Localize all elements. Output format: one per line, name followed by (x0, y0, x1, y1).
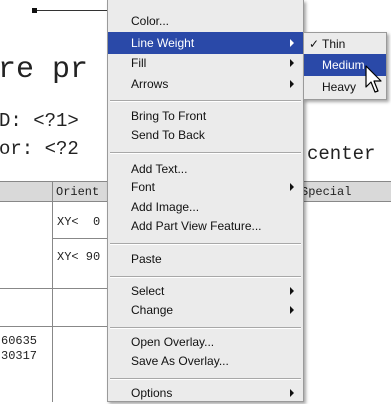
menu-item-add-part-view-feature[interactable]: Add Part View Feature... (108, 215, 303, 237)
menu-item-label: Send To Back (131, 128, 205, 142)
menu-item-label: Arrows (131, 77, 169, 91)
submenu-arrow-icon (290, 306, 294, 314)
menu-separator (110, 327, 301, 329)
menu-item-label: Options (131, 386, 173, 400)
menu-separator (110, 276, 301, 278)
menu-separator (110, 100, 301, 102)
submenu-item-label: Thin (322, 37, 346, 51)
menu-item-label: Add Text... (131, 162, 188, 176)
menu-item-send-to-back[interactable]: Send To Back (108, 124, 303, 146)
menu-item-line-weight[interactable]: Line Weight (108, 32, 303, 54)
menu-item-label: Font (131, 180, 156, 194)
submenu-item-label: Medium (322, 58, 365, 72)
menu-item-change[interactable]: Change (108, 299, 303, 321)
menu-item-arrows[interactable]: Arrows (108, 73, 303, 95)
submenu-arrow-icon (290, 183, 294, 191)
menu-separator (110, 243, 301, 245)
menu-item-label: Select (131, 284, 165, 298)
menu-item-label: Paste (131, 252, 162, 266)
submenu-item-thin[interactable]: ✓ Thin (304, 33, 386, 55)
menu-item-label: Add Image... (131, 200, 200, 214)
submenu-arrow-icon (290, 80, 294, 88)
context-menu: Color... Line Weight Fill Arrows Bring T… (107, 0, 304, 402)
menu-separator (110, 378, 301, 380)
menu-item-label: Add Part View Feature... (131, 219, 262, 233)
submenu-arrow-icon (290, 59, 294, 67)
menu-item-label: Open Overlay... (131, 335, 215, 349)
menu-item-color[interactable]: Color... (108, 10, 303, 32)
table-cell-orient: XY< 90 (57, 250, 101, 264)
menu-item-label: Change (131, 303, 174, 317)
submenu-item-label: Heavy (322, 80, 357, 94)
table-row-line (0, 326, 112, 327)
menu-item-label: Color... (131, 14, 170, 28)
menu-item-label: Line Weight (131, 36, 195, 50)
menu-item-label: Save As Overlay... (131, 354, 229, 368)
submenu-arrow-icon (290, 389, 294, 397)
menu-item-fill[interactable]: Fill (108, 52, 303, 74)
table-cell-orient: XY< 0 (57, 215, 101, 229)
doc-line-center: center (307, 143, 376, 165)
checkmark-icon: ✓ (309, 37, 320, 51)
menu-item-label: Fill (131, 56, 147, 70)
submenu-arrow-icon (290, 287, 294, 295)
table-row-line (52, 238, 112, 239)
menu-item-save-as-overlay[interactable]: Save As Overlay... (108, 350, 303, 372)
submenu-arrow-icon (290, 39, 294, 47)
table-header-special: Special (301, 185, 352, 199)
table-header-orient: Orient (56, 185, 100, 199)
menu-item-label: Bring To Front (131, 109, 207, 123)
doc-line-color: or: <?2 (0, 138, 79, 160)
table-col-line (52, 181, 53, 402)
menu-item-font[interactable]: Font (108, 176, 303, 198)
menu-item-options[interactable]: Options (108, 382, 303, 404)
table-row-line (0, 288, 112, 289)
doc-line-id: D: <?1> (0, 110, 79, 132)
table-cell-left-value: 30317 (1, 349, 38, 363)
menu-separator (110, 152, 301, 154)
selection-handle-left[interactable] (32, 8, 37, 13)
table-cell-left-value: 60635 (1, 334, 38, 348)
doc-title-fragment: re pr (0, 53, 89, 87)
menu-item-paste[interactable]: Paste (108, 248, 303, 270)
mouse-pointer-icon (365, 65, 382, 93)
